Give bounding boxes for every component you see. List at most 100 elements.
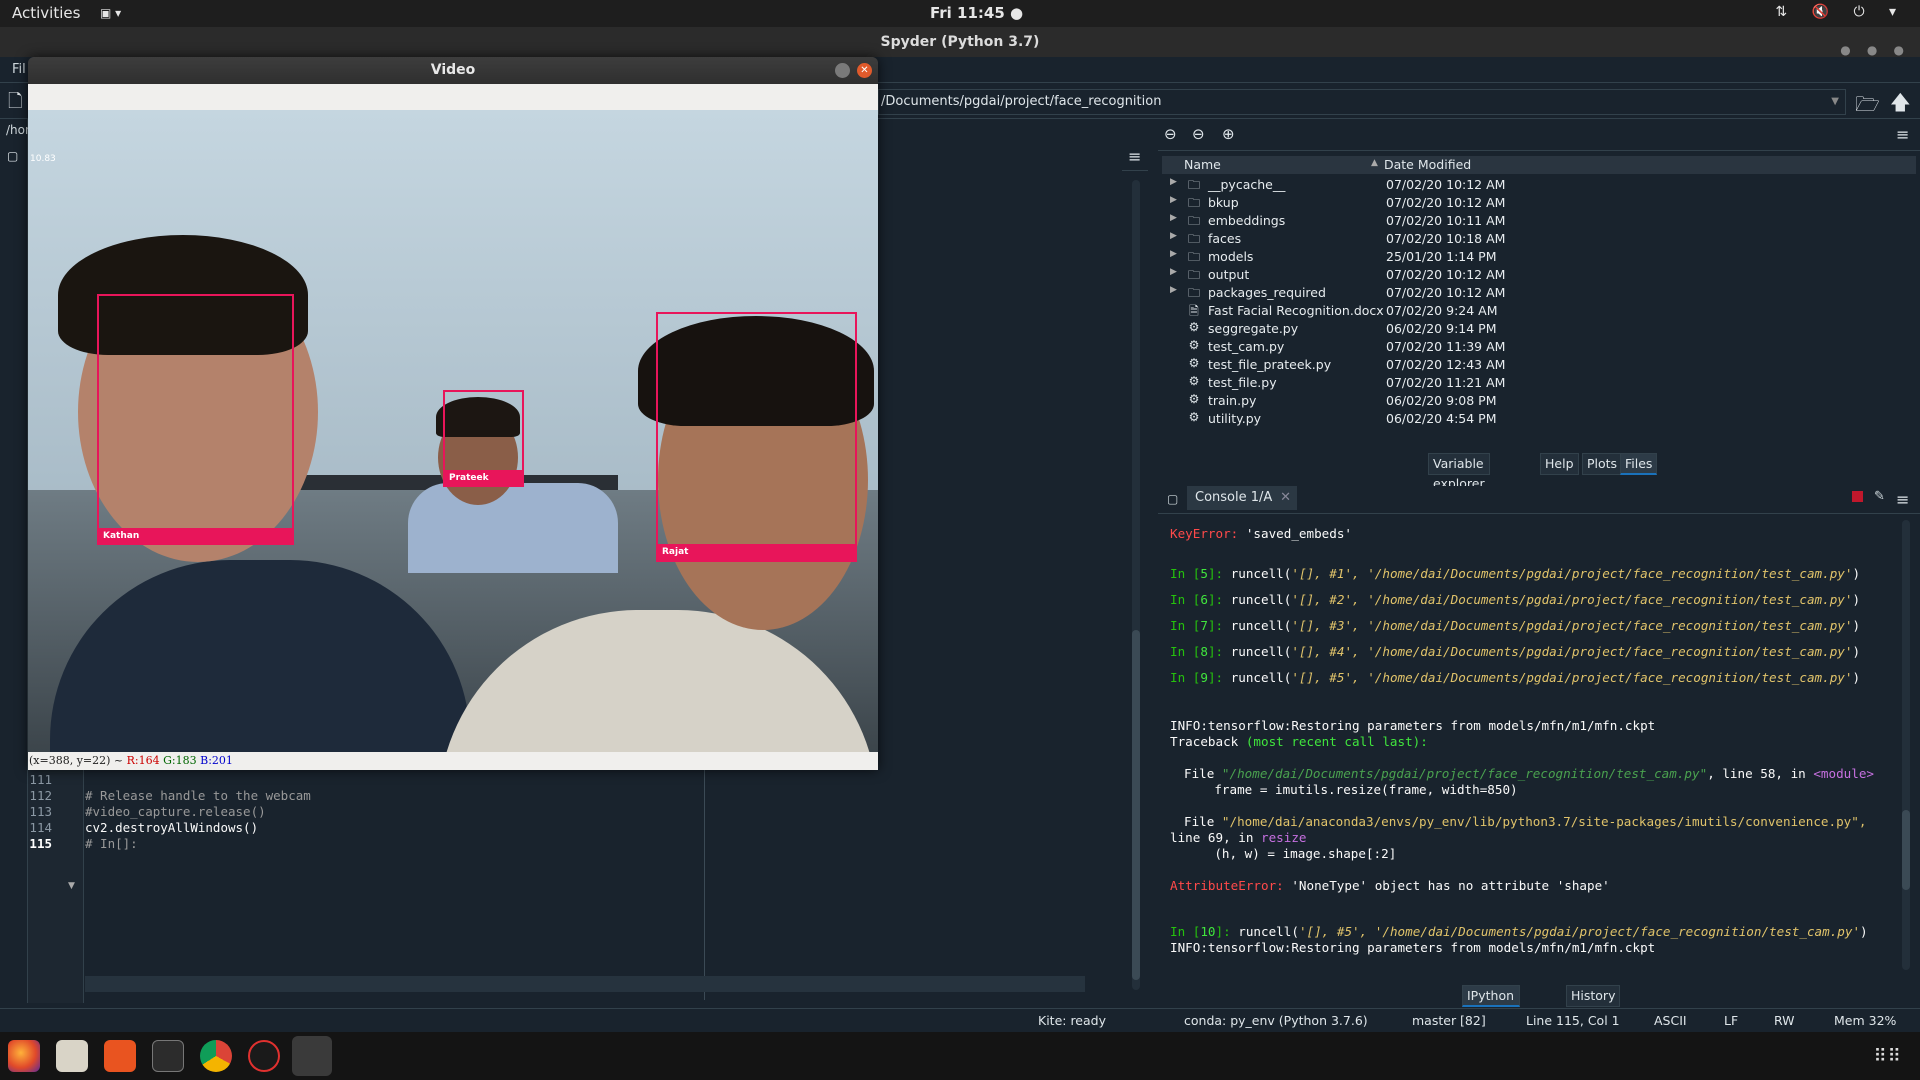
file-row[interactable]: ▶ 🗀 output 07/02/20 10:12 AM xyxy=(1162,266,1916,284)
file-row[interactable]: ⚙ test_file.py 07/02/20 11:21 AM xyxy=(1162,374,1916,392)
menu-file[interactable]: Fil xyxy=(12,62,26,77)
file-row[interactable]: ▶ 🗀 packages_required 07/02/20 10:12 AM xyxy=(1162,284,1916,302)
traceback-code-2: (h, w) = image.shape[:2] xyxy=(1184,846,1397,861)
tab-files[interactable]: Files xyxy=(1620,453,1658,475)
code-text: # Release handle to the webcam xyxy=(85,788,311,803)
file-row[interactable]: 🗎 Fast Facial Recognition.docx 07/02/20 9:… xyxy=(1162,302,1916,320)
file-row[interactable]: ▶ 🗀 __pycache__ 07/02/20 10:12 AM xyxy=(1162,176,1916,194)
file-row[interactable]: ▶ 🗀 models 25/01/20 1:14 PM xyxy=(1162,248,1916,266)
kite-status[interactable]: Kite: ready xyxy=(1038,1013,1106,1028)
col-date-modified[interactable]: Date Modified xyxy=(1384,157,1471,172)
expand-arrow-icon[interactable]: ▶ xyxy=(1170,285,1177,295)
chevron-down-icon[interactable]: ▼ xyxy=(1831,90,1839,114)
terminal-icon[interactable] xyxy=(152,1040,184,1072)
prompt-number: 8 xyxy=(1200,644,1208,659)
console-tab[interactable]: Console 1/A ✕ xyxy=(1187,486,1297,510)
col-name[interactable]: Name xyxy=(1184,157,1221,172)
stop-icon[interactable] xyxy=(1852,491,1863,502)
files-app-icon[interactable] xyxy=(56,1040,88,1072)
activities-button[interactable]: Activities xyxy=(12,4,80,22)
expand-arrow-icon[interactable]: ▶ xyxy=(1170,231,1177,241)
back-icon[interactable]: ⊖ xyxy=(1164,125,1177,143)
firefox-icon[interactable] xyxy=(8,1040,40,1072)
editor-scrollbar-thumb[interactable] xyxy=(1132,630,1140,980)
file-row[interactable]: ▶ 🗀 faces 07/02/20 10:18 AM xyxy=(1162,230,1916,248)
expand-arrow-icon[interactable]: ▶ xyxy=(1170,267,1177,277)
file-name: train.py xyxy=(1208,393,1257,408)
traceback-file-2: "/home/dai/anaconda3/envs/py_env/lib/pyt… xyxy=(1221,814,1867,829)
parent-directory-icon[interactable]: 🡅 xyxy=(1890,88,1911,122)
working-directory-input[interactable]: /Documents/pgdai/project/face_recognitio… xyxy=(878,89,1846,115)
eol-mode: LF xyxy=(1724,1013,1739,1028)
file-row[interactable]: ⚙ test_cam.py 07/02/20 11:39 AM xyxy=(1162,338,1916,356)
face-box-3 xyxy=(656,312,857,562)
clear-console-icon[interactable]: ✎ xyxy=(1874,489,1885,504)
file-row[interactable]: ⚙ utility.py 06/02/20 4:54 PM xyxy=(1162,410,1916,428)
line-number: 114 xyxy=(29,820,52,835)
console-scrollbar-thumb[interactable] xyxy=(1902,810,1910,890)
expand-arrow-icon[interactable]: ▶ xyxy=(1170,177,1177,187)
video-window[interactable]: Video ✕ 10.83 Kathan Prateek Rajat (x=38… xyxy=(28,57,878,770)
minimize-icon[interactable] xyxy=(835,63,850,78)
last-run-arg: #5 xyxy=(1336,924,1353,939)
expand-arrow-icon[interactable]: ▶ xyxy=(1170,249,1177,259)
expand-arrow-icon[interactable]: ▶ xyxy=(1170,213,1177,223)
traceback-label: Traceback xyxy=(1170,734,1239,749)
file-name: packages_required xyxy=(1208,285,1326,300)
app-menu-icon[interactable]: ▣ ▾ xyxy=(100,6,121,20)
files-options-icon[interactable]: ≡ xyxy=(1896,125,1909,144)
file-date: 06/02/20 9:08 PM xyxy=(1386,393,1497,408)
video-window-icon[interactable] xyxy=(292,1036,332,1076)
file-row[interactable]: ⚙ seggregate.py 06/02/20 9:14 PM xyxy=(1162,320,1916,338)
close-icon[interactable]: ✕ xyxy=(1280,486,1291,510)
expand-arrow-icon[interactable]: ▶ xyxy=(1170,195,1177,205)
video-window-title-bar[interactable]: Video ✕ xyxy=(28,57,878,84)
tab-plots[interactable]: Plots xyxy=(1582,453,1623,475)
file-row[interactable]: ▶ 🗀 embeddings 07/02/20 10:11 AM xyxy=(1162,212,1916,230)
clock[interactable]: Fri 11:45 ● xyxy=(930,4,1023,22)
file-row[interactable]: ⚙ test_file_prateek.py 07/02/20 12:43 AM xyxy=(1162,356,1916,374)
attribute-error-label: AttributeError: xyxy=(1170,878,1284,893)
editor-options-icon[interactable]: ≡ xyxy=(1128,147,1141,166)
face-box-1 xyxy=(97,294,294,545)
show-apps-icon[interactable]: ⠿⠿ xyxy=(1874,1046,1902,1067)
git-branch: master [82] xyxy=(1412,1013,1486,1028)
file-row[interactable]: ⚙ train.py 06/02/20 9:08 PM xyxy=(1162,392,1916,410)
run-arg: #2 xyxy=(1329,592,1345,607)
editor-path-partial: /hor xyxy=(6,123,30,137)
python-file-icon: ⚙ xyxy=(1188,374,1200,388)
tab-ipython-console[interactable]: IPython console xyxy=(1462,985,1520,1023)
prompt-number: 5 xyxy=(1200,566,1208,581)
forward-icon[interactable]: ⊖ xyxy=(1192,125,1205,143)
spyder-icon[interactable] xyxy=(248,1040,280,1072)
video-frame[interactable]: 10.83 Kathan Prateek Rajat xyxy=(28,110,878,752)
files-header: Name ▲ Date Modified xyxy=(1162,156,1916,174)
software-center-icon[interactable] xyxy=(104,1040,136,1072)
file-name: bkup xyxy=(1208,195,1239,210)
system-tray[interactable]: ⇅ 🔇 ⏻ ▾ xyxy=(1775,4,1906,20)
file-name: Fast Facial Recognition.docx xyxy=(1208,303,1384,318)
tab-history[interactable]: History xyxy=(1566,985,1621,1007)
run-arg: #4 xyxy=(1329,644,1345,659)
files-nav-bar: ⊖ ⊖ ⊕ ≡ xyxy=(1158,119,1920,151)
tab-help[interactable]: Help xyxy=(1540,453,1579,475)
console-input-line: In [7]: runcell('[], #3', '/home/dai/Doc… xyxy=(1170,618,1861,633)
conda-status: conda: py_env (Python 3.7.6) xyxy=(1184,1013,1368,1028)
file-name: __pycache__ xyxy=(1208,177,1286,192)
tab-variable-explorer[interactable]: Variable explorer xyxy=(1428,453,1490,491)
ipython-console[interactable]: KeyError: 'saved_embeds' In [5]: runcell… xyxy=(1162,518,1902,976)
console-pane-icon[interactable]: ▢ xyxy=(1167,492,1178,506)
pane-menu-icon[interactable]: ▢ xyxy=(7,149,18,163)
chrome-icon[interactable] xyxy=(200,1040,232,1072)
up-icon[interactable]: ⊕ xyxy=(1222,125,1235,143)
fold-arrow-icon[interactable]: ▼ xyxy=(68,881,75,891)
close-icon[interactable]: ✕ xyxy=(857,63,872,78)
fps-overlay: 10.83 xyxy=(30,154,56,164)
new-file-icon[interactable]: 🗋 xyxy=(8,89,22,119)
file-row[interactable]: ▶ 🗀 bkup 07/02/20 10:12 AM xyxy=(1162,194,1916,212)
console-scrollbar[interactable] xyxy=(1902,520,1910,970)
file-date: 07/02/20 9:24 AM xyxy=(1386,303,1498,318)
file-date: 07/02/20 11:39 AM xyxy=(1386,339,1506,354)
console-options-icon[interactable]: ≡ xyxy=(1896,490,1909,509)
editor-scrollbar[interactable] xyxy=(1132,180,1140,990)
